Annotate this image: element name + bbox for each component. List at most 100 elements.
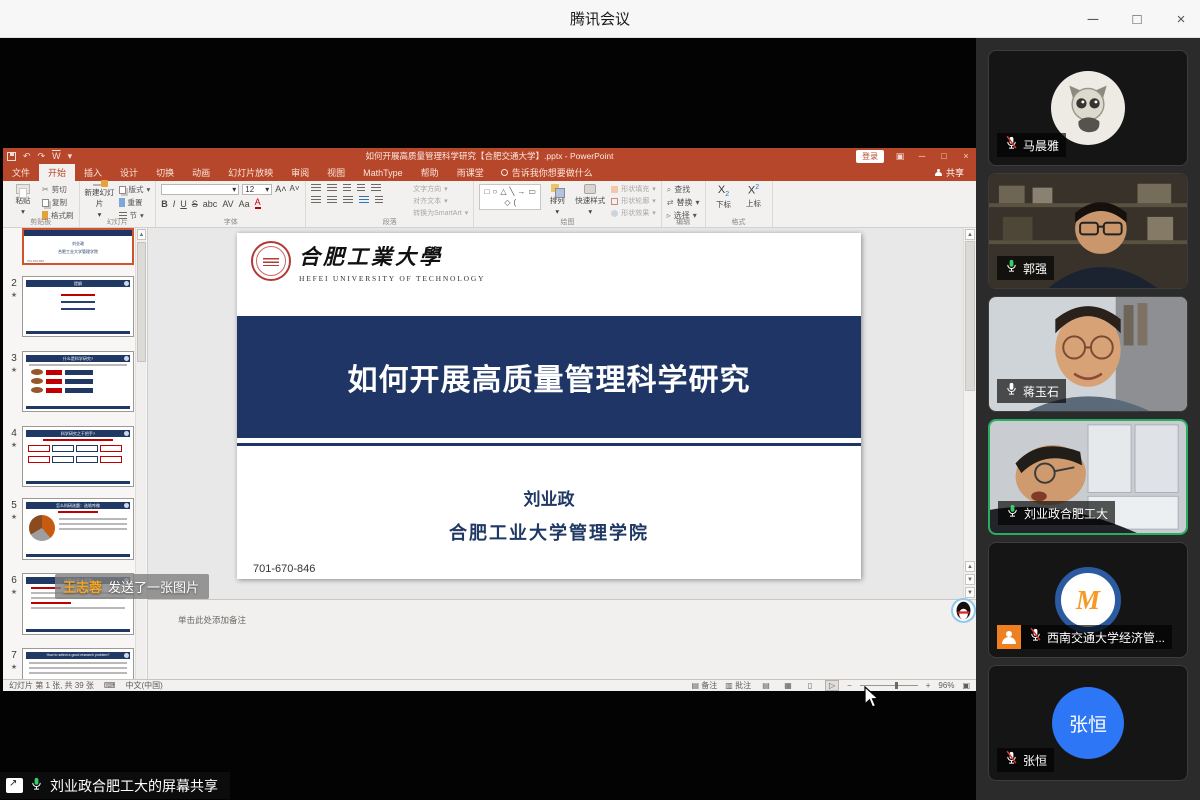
shape-glyph[interactable]: ◇ (504, 198, 510, 208)
ribbon-tab-插入[interactable]: 插入 (75, 164, 111, 181)
indent-increase-icon[interactable] (357, 184, 365, 192)
shape-glyph[interactable]: □ (485, 187, 490, 197)
style-icon[interactable]: W (52, 151, 61, 161)
numbering-icon[interactable] (327, 184, 337, 192)
layout-button[interactable]: 版式 ▾ (119, 184, 151, 195)
font-tool-B[interactable]: B (161, 199, 168, 209)
align-left-icon[interactable] (311, 196, 321, 204)
qat-more-icon[interactable]: ▾ (68, 151, 73, 162)
justify-icon[interactable] (359, 196, 369, 204)
columns-icon[interactable] (375, 196, 383, 204)
notes-toggle[interactable]: ▤ 备注 (692, 680, 718, 691)
shape-outline-button[interactable]: 形状轮廓 ▾ (611, 196, 656, 206)
ribbon-tab-切换[interactable]: 切换 (147, 164, 183, 181)
superscript-button[interactable]: X2上标 (741, 184, 767, 216)
next-slide-icon[interactable]: ▼ (965, 574, 975, 585)
participant-tile-1[interactable]: 马晨雅 (988, 50, 1188, 166)
shape-glyph[interactable]: ╲ (509, 187, 514, 197)
close-icon[interactable]: × (1172, 11, 1190, 28)
ppt-restore-icon[interactable]: □ (938, 151, 950, 161)
slide-thumbnail-2[interactable]: 提纲 (22, 276, 134, 337)
ribbon-tab-帮助[interactable]: 帮助 (412, 164, 448, 181)
login-button[interactable]: 登录 (856, 150, 884, 163)
bullets-icon[interactable] (311, 184, 321, 192)
replace-button[interactable]: ⇄替换 ▾ (667, 197, 700, 208)
subscript-button[interactable]: X2下标 (711, 184, 737, 216)
font-tool-abc[interactable]: abc (203, 199, 218, 209)
align-center-icon[interactable] (327, 196, 337, 204)
zoom-in-icon[interactable]: + (926, 681, 931, 690)
scroll-up-icon[interactable]: ▲ (965, 229, 975, 240)
shape-glyph[interactable]: → (517, 187, 525, 197)
editor-scroll-thumb[interactable] (965, 241, 975, 391)
new-slide-button[interactable]: 新建幻灯片▾ (85, 184, 115, 216)
slide-thumbnail-3[interactable]: 什么是科学研究? (22, 351, 134, 412)
reading-view-icon[interactable]: ▯ (803, 681, 817, 690)
font-tool-S[interactable]: S (192, 199, 198, 209)
font-tool-AV[interactable]: AV (222, 199, 233, 209)
participant-tile-2[interactable]: 郭强 (988, 173, 1188, 289)
minimize-icon[interactable]: ─ (1084, 11, 1102, 28)
align-text-button[interactable]: 对齐文本 ▾ (413, 196, 468, 206)
slide-thumbnail-4[interactable]: 科学研究之干把手? (22, 426, 134, 487)
line-spacing-icon[interactable] (371, 184, 381, 192)
ppt-minimize-icon[interactable]: ─ (916, 151, 928, 161)
find-button[interactable]: ⌕查找 (667, 184, 700, 195)
ribbon-tab-审阅[interactable]: 审阅 (282, 164, 318, 181)
arrange-button[interactable]: 排列▾ (545, 184, 569, 216)
undo-icon[interactable]: ↶ (23, 151, 31, 162)
slide-thumbnail-7[interactable]: How to select a good research problem? (22, 648, 134, 679)
qq-icon[interactable] (951, 598, 976, 623)
ppt-close-icon[interactable]: × (960, 151, 972, 161)
comments-toggle[interactable]: ▥ 批注 (725, 680, 751, 691)
slideshow-icon[interactable]: ▷ (825, 680, 839, 691)
ribbon-tab-设计[interactable]: 设计 (111, 164, 147, 181)
grow-font-icon[interactable]: A˄ (275, 184, 286, 195)
indent-decrease-icon[interactable] (343, 184, 351, 192)
current-slide[interactable]: 合肥工業大學 HEFEI UNIVERSITY OF TECHNOLOGY 如何… (237, 233, 861, 579)
align-right-icon[interactable] (343, 196, 353, 204)
previous-slide-icon[interactable]: ▲ (965, 561, 975, 572)
redo-icon[interactable]: ↷ (38, 151, 46, 162)
font-name-combo[interactable]: ▾ (161, 184, 239, 195)
thumbnail-scrollbar[interactable]: ▲ (135, 228, 146, 679)
zoom-level[interactable]: 96% (938, 681, 954, 690)
fit-to-window-icon[interactable]: ▣ (962, 681, 970, 690)
shrink-font-icon[interactable]: A˅ (290, 184, 300, 195)
quick-access-toolbar[interactable]: ↶ ↷ W ▾ (7, 151, 72, 162)
font-tool-I[interactable]: I (173, 199, 176, 209)
ribbon-tab-雨课堂[interactable]: 雨课堂 (448, 164, 493, 181)
shape-glyph[interactable]: △ (500, 187, 506, 197)
normal-view-icon[interactable]: ▤ (759, 681, 773, 690)
font-tool-U[interactable]: U (180, 199, 187, 209)
thumb-scroll-thumb[interactable] (137, 242, 146, 362)
ribbon-tab-MathType[interactable]: MathType (354, 164, 412, 181)
editor-scrollbar[interactable]: ▲ ▲ ▼ ▼ (963, 228, 976, 599)
save-icon[interactable] (7, 152, 16, 161)
slide-thumbnail-1[interactable]: 刘业政合肥工业大学管理学院701-670-846 (22, 228, 134, 265)
zoom-out-icon[interactable]: − (847, 681, 852, 690)
thumb-scroll-up-icon[interactable]: ▲ (137, 229, 146, 240)
ribbon-options-icon[interactable]: ▣ (894, 151, 906, 162)
font-tool-A[interactable]: A (255, 198, 261, 209)
font-tool-Aa[interactable]: Aa (239, 199, 250, 209)
cut-button[interactable]: ✂剪切 (42, 184, 74, 195)
shape-fill-button[interactable]: 形状填充 ▾ (611, 184, 656, 194)
share-ribbon-button[interactable]: 共享 (923, 164, 976, 181)
ribbon-tab-幻灯片放映[interactable]: 幻灯片放映 (219, 164, 282, 181)
participant-tile-6[interactable]: 张恒张恒 (988, 665, 1188, 781)
ribbon-tab-开始[interactable]: 开始 (39, 164, 75, 181)
ribbon-tab-动画[interactable]: 动画 (183, 164, 219, 181)
chat-toast[interactable]: 王志蓉 发送了一张图片 (55, 574, 209, 599)
shape-glyph[interactable]: ○ (492, 187, 497, 197)
notes-pane[interactable]: 单击此处添加备注 (148, 599, 976, 679)
language-indicator[interactable]: 中文(中国) (125, 680, 162, 691)
font-size-combo[interactable]: 12▾ (242, 184, 272, 195)
shapes-gallery[interactable]: □○△╲→▭ ◇ ( (479, 184, 541, 210)
scroll-down-icon[interactable]: ▼ (965, 587, 975, 598)
shape-glyph[interactable]: ( (514, 198, 517, 208)
tell-me-box[interactable]: 告诉我你想要做什么 (493, 164, 601, 181)
ribbon-tab-file[interactable]: 文件 (3, 164, 39, 181)
participant-tile-5[interactable]: M西南交通大学经济管... (988, 542, 1188, 658)
shape-glyph[interactable]: ▭ (528, 187, 536, 197)
